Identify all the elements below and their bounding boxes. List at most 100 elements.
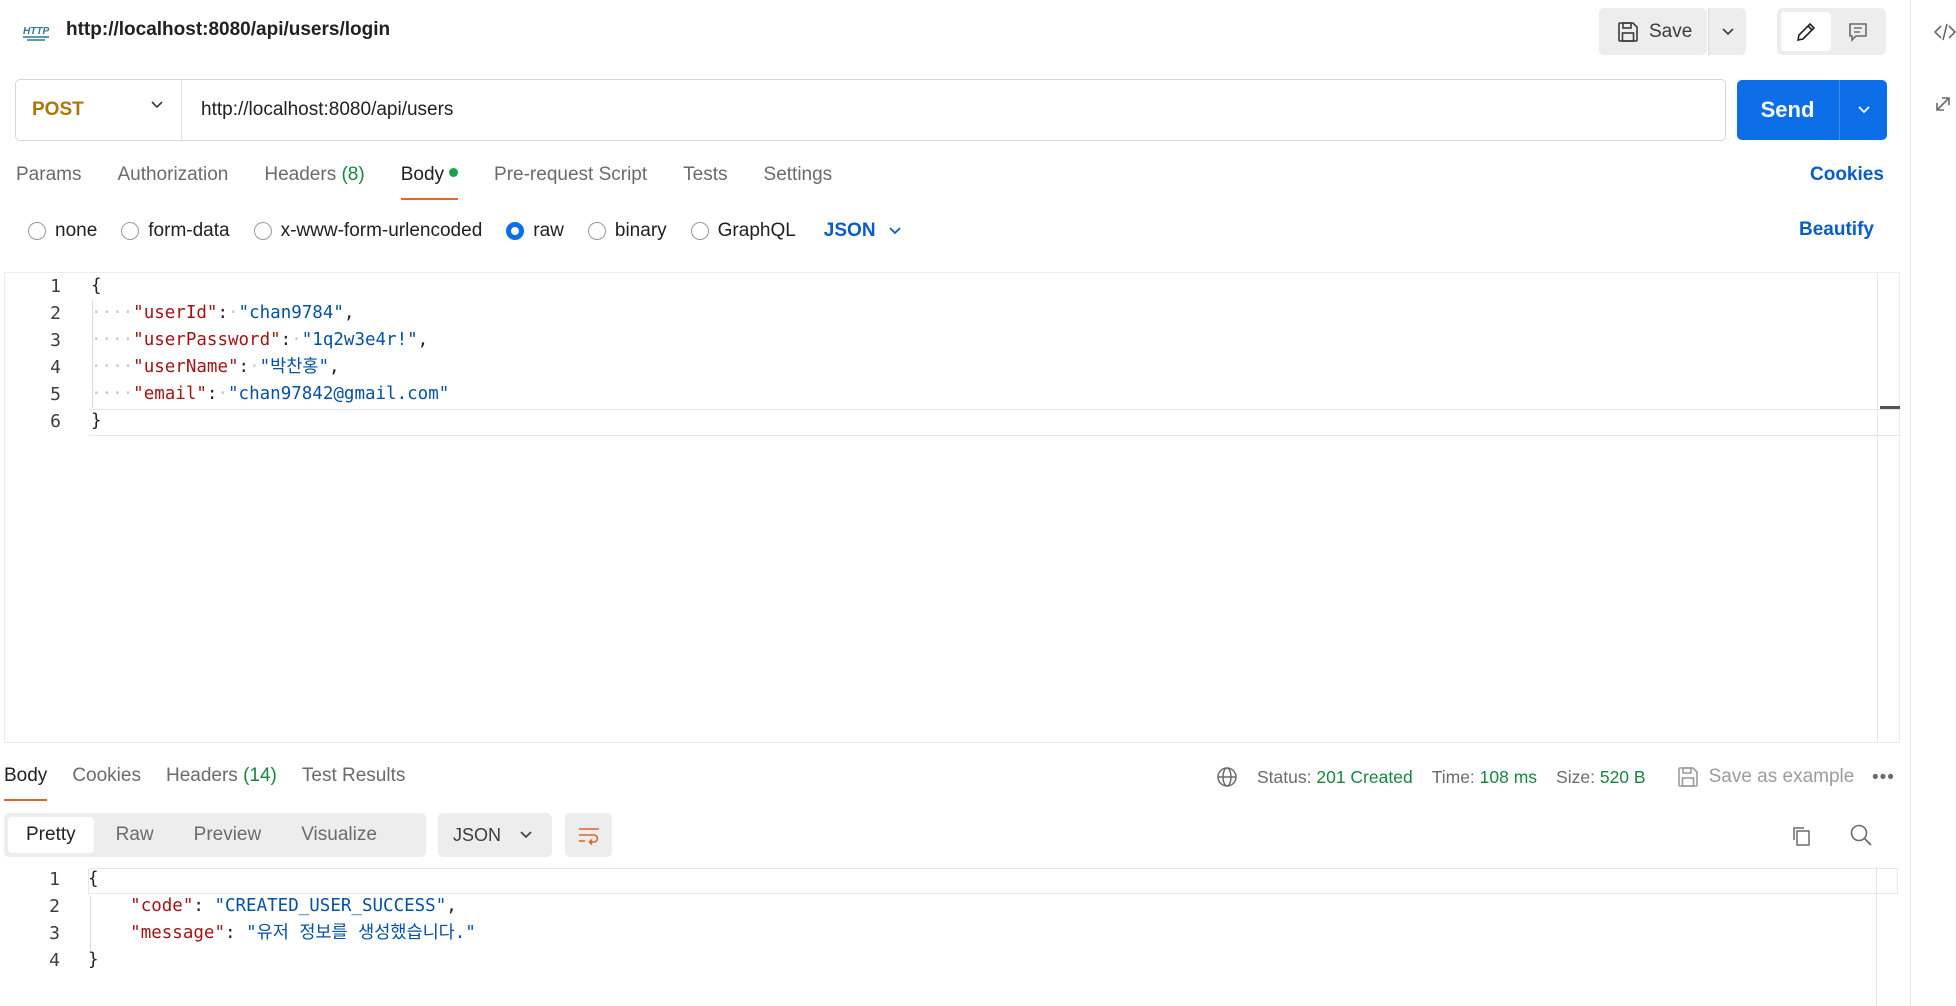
comments-button[interactable] [1833, 12, 1883, 51]
tab-tests[interactable]: Tests [683, 164, 727, 200]
json-key: "message" [130, 923, 225, 943]
request-title[interactable]: http://localhost:8080/api/users/login [66, 19, 390, 41]
tab-label: Tests [683, 164, 728, 185]
res-tab-body[interactable]: Body [4, 765, 48, 801]
json-value: "chan97842@gmail.com" [228, 384, 450, 404]
code-line: ····"userPassword":·"1q2w3e4r!", [91, 330, 429, 350]
json-key: "userId" [133, 303, 218, 323]
format-raw[interactable]: Raw [98, 817, 172, 853]
response-status-bar: Status: 201 Created Time: 108 ms Size: 5… [1216, 765, 1854, 789]
size-label: Size: [1556, 766, 1595, 787]
json-sep: , [417, 330, 429, 350]
format-preview[interactable]: Preview [176, 817, 280, 853]
body-type-radios: none form-data x-www-form-urlencoded raw… [28, 218, 902, 244]
format-visualize[interactable]: Visualize [283, 817, 395, 853]
wrap-lines-button[interactable] [565, 813, 612, 857]
body-indicator-dot [449, 168, 459, 177]
tab-authorization[interactable]: Authorization [117, 164, 228, 200]
tab-label: Headers [165, 765, 238, 786]
right-sidebar [1910, 0, 1956, 1006]
radio-label: raw [533, 220, 564, 241]
line-gutter: 1 2 3 4 5 6 [5, 273, 75, 435]
url-bar: POST [15, 79, 1726, 141]
tab-label: Settings [763, 164, 833, 185]
tab-headers[interactable]: Headers (8) [264, 164, 364, 200]
format-pretty[interactable]: Pretty [8, 817, 94, 853]
line-number: 3 [50, 330, 61, 351]
send-dropdown-button[interactable] [1839, 80, 1887, 140]
radio-urlencoded[interactable]: x-www-form-urlencoded [253, 220, 483, 242]
globe-icon[interactable] [1216, 766, 1238, 788]
status-code[interactable]: Status: 201 Created [1257, 767, 1413, 788]
response-time[interactable]: Time: 108 ms [1432, 767, 1537, 788]
res-tab-headers[interactable]: Headers (14) [166, 765, 277, 801]
radio-raw[interactable]: raw [506, 220, 564, 242]
save-button[interactable]: Save [1599, 8, 1707, 55]
code-content: { "code": "CREATED_USER_SUCCESS", "messa… [88, 866, 476, 974]
radio-circle [690, 222, 709, 240]
radio-label: binary [614, 220, 667, 241]
response-size[interactable]: Size: 520 B [1556, 767, 1646, 788]
radio-label: x-www-form-urlencoded [280, 220, 483, 241]
tab-settings[interactable]: Settings [764, 164, 833, 200]
editor-scrollbar[interactable] [1877, 273, 1878, 742]
line-number: 2 [50, 303, 61, 324]
radio-label: form-data [148, 220, 230, 241]
copy-icon[interactable] [1790, 824, 1812, 848]
res-tab-cookies[interactable]: Cookies [72, 765, 141, 801]
chevron-down-icon [520, 831, 532, 839]
json-key: "email" [133, 384, 207, 404]
tab-label: Test Results [301, 765, 406, 786]
radio-circle [587, 222, 606, 240]
tab-label: Pre-request Script [494, 164, 648, 185]
line-number: 6 [50, 411, 61, 432]
save-icon [1677, 767, 1698, 787]
cookies-link[interactable]: Cookies [1810, 164, 1884, 186]
response-language-select[interactable]: JSON [438, 813, 552, 857]
beautify-link[interactable]: Beautify [1799, 219, 1874, 241]
http-icon: HTTP [23, 26, 49, 41]
scroll-position-marker [1880, 406, 1900, 409]
code-icon[interactable] [1933, 22, 1956, 42]
brace: { [88, 869, 99, 889]
send-group: Send [1737, 80, 1887, 140]
response-body-viewer[interactable]: 1 2 3 4 { "code": "CREATED_USER_SUCCESS"… [4, 866, 1900, 1006]
radio-graphql[interactable]: GraphQL [690, 220, 796, 242]
headers-count: (14) [243, 765, 277, 786]
json-value: "유저 정보를 생성했습니다." [246, 923, 476, 943]
json-sep: , [446, 896, 457, 916]
save-dropdown-button[interactable] [1708, 8, 1746, 55]
line-number: 4 [49, 950, 60, 971]
body-language-select[interactable]: JSON [824, 220, 902, 242]
tab-pre-request-script[interactable]: Pre-request Script [494, 164, 647, 200]
divider [181, 80, 182, 140]
chevron-down-icon [1721, 27, 1734, 35]
json-value: "1q2w3e4r!" [301, 330, 418, 350]
search-icon[interactable] [1849, 823, 1873, 847]
request-body-editor[interactable]: 1 2 3 4 5 6 { ····"userId":·"chan9784", … [4, 272, 1900, 743]
related-collections-icon[interactable] [1933, 92, 1956, 114]
tab-body[interactable]: Body [400, 164, 459, 200]
radio-none[interactable]: none [28, 220, 97, 242]
radio-form-data[interactable]: form-data [121, 220, 230, 242]
radio-circle [506, 222, 525, 240]
send-button[interactable]: Send [1737, 80, 1838, 140]
more-options-icon[interactable]: ••• [1872, 767, 1895, 789]
json-sep: , [343, 303, 355, 323]
res-tab-test-results[interactable]: Test Results [302, 765, 405, 801]
tab-params[interactable]: Params [16, 164, 81, 200]
svg-text:HTTP: HTTP [23, 26, 49, 37]
chevron-down-icon[interactable] [149, 99, 165, 111]
code-line: "code": "CREATED_USER_SUCCESS", [130, 896, 457, 916]
save-as-example-button[interactable]: Save as example [1677, 766, 1854, 788]
tab-label: Body [4, 765, 48, 786]
radio-binary[interactable]: binary [587, 220, 667, 242]
tab-label: Authorization [117, 164, 229, 185]
url-input[interactable] [201, 88, 1701, 132]
editor-scrollbar[interactable] [1876, 866, 1877, 1006]
edit-button[interactable] [1781, 12, 1831, 51]
line-number: 1 [49, 869, 60, 890]
language-label: JSON [823, 220, 876, 241]
status-value: 201 Created [1316, 766, 1413, 787]
method-select[interactable]: POST [32, 99, 84, 121]
